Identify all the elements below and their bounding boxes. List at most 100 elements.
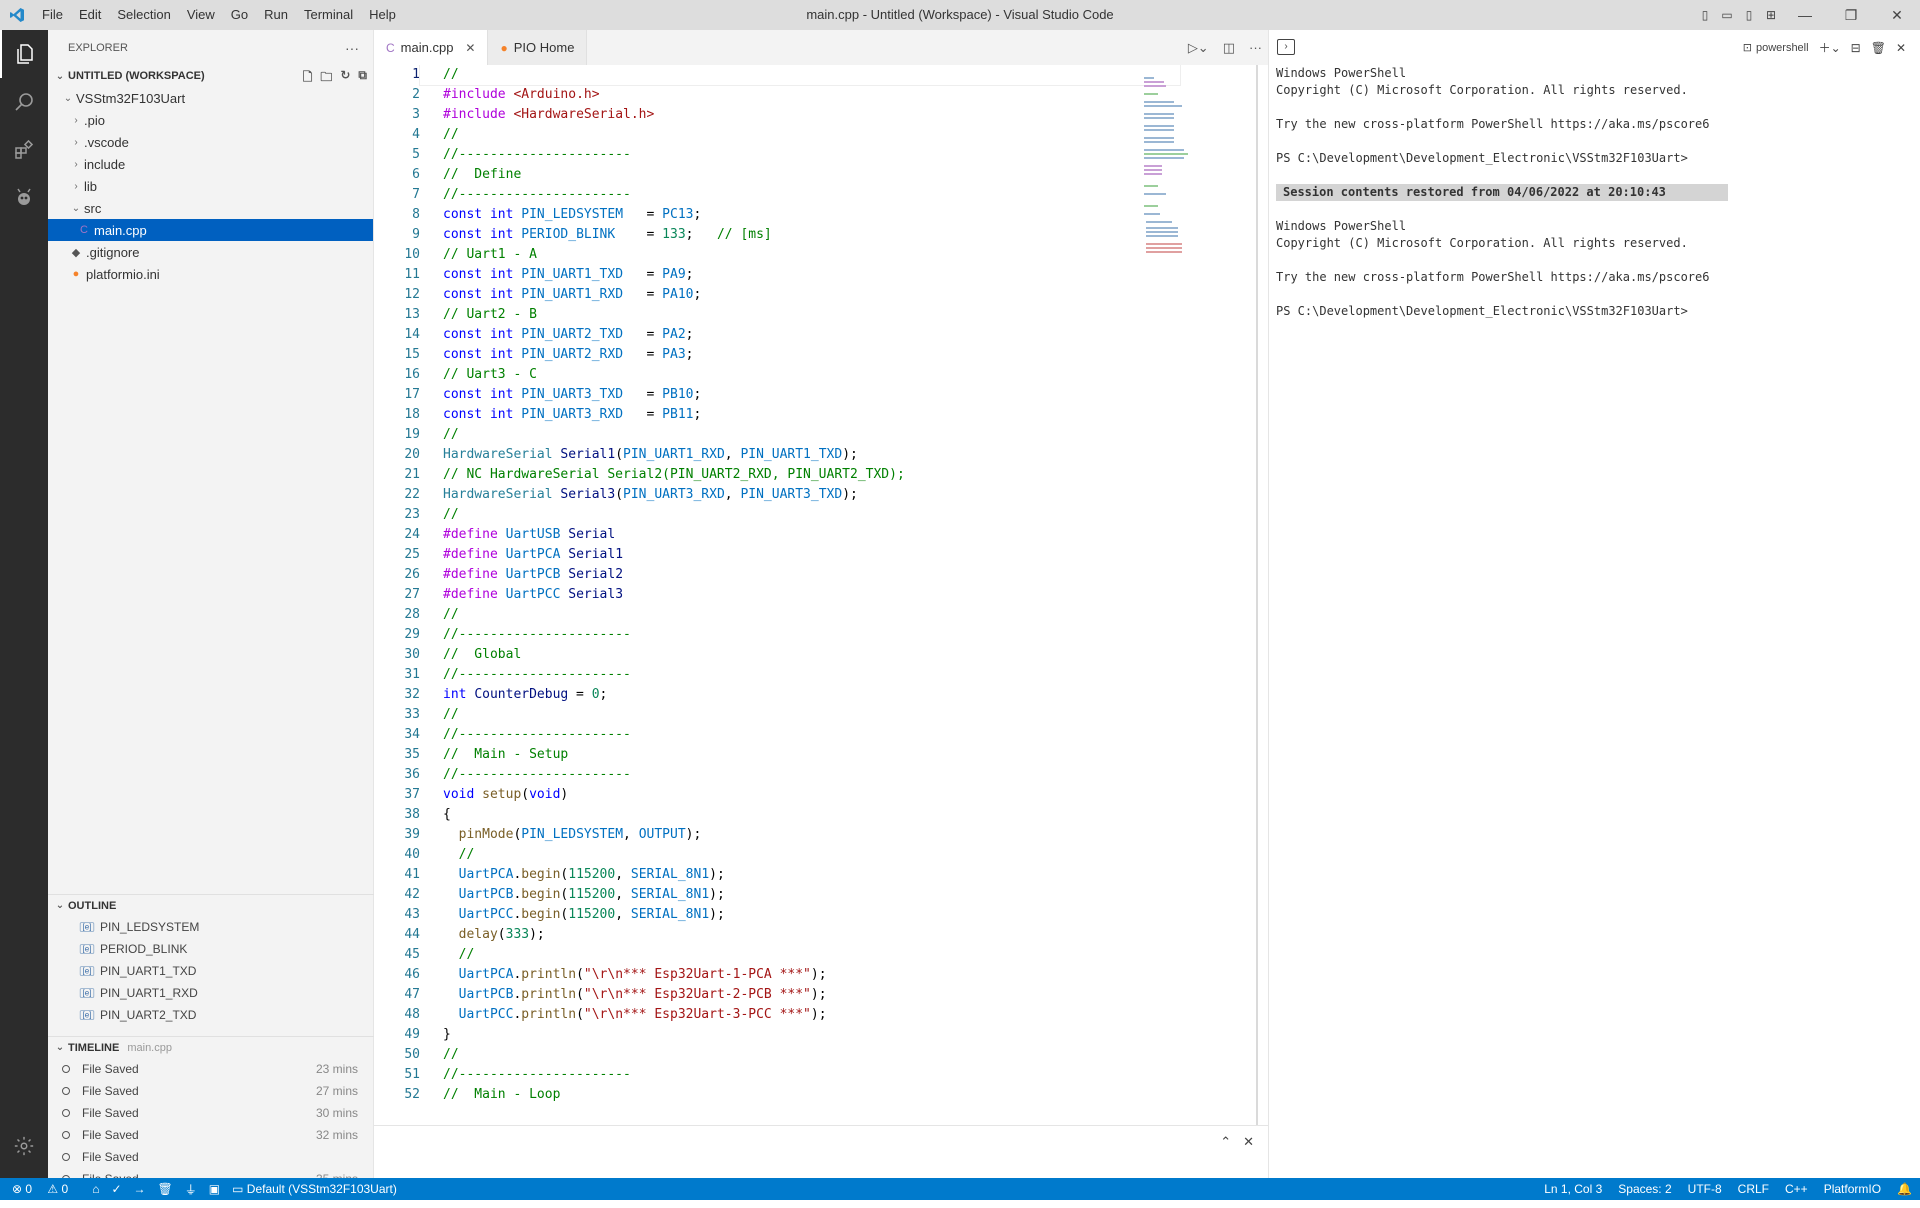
menu-go[interactable]: Go (223, 0, 256, 30)
line-content: const int PIN_UART2_RXD = PA3; (420, 345, 693, 365)
problems-indicator[interactable]: ⊗ 0 ⚠ 0 (12, 1182, 80, 1196)
tree-item[interactable]: Cmain.cpp (48, 219, 373, 241)
code-token: , (615, 907, 631, 922)
timeline-item[interactable]: File Saved35 mins (48, 1168, 374, 1178)
tree-item[interactable]: ● platformio.ini (48, 263, 373, 285)
outline-item[interactable]: [e] PIN_UART1_RXD (48, 982, 374, 1004)
line-number: 46 (404, 967, 420, 982)
more-actions-icon[interactable]: ··· (345, 40, 359, 56)
line-content: // (419, 65, 1181, 86)
pio-upload-icon[interactable]: → (134, 1182, 146, 1196)
split-editor-icon[interactable]: ◫ (1223, 40, 1235, 56)
collapse-all-icon[interactable]: ⧉ (358, 68, 367, 89)
settings-gear-icon[interactable] (0, 1122, 48, 1170)
close-icon[interactable]: ✕ (1896, 41, 1906, 55)
language-mode[interactable]: C++ (1785, 1182, 1808, 1196)
outline-item[interactable]: [e] PIN_UART2_TXD (48, 1004, 374, 1026)
trash-icon[interactable]: 🗑 (1871, 41, 1886, 55)
indentation[interactable]: Spaces: 2 (1618, 1182, 1671, 1196)
terminal-line: Copyright (C) Microsoft Corporation. All… (1276, 236, 1688, 250)
code-token: ( (497, 927, 506, 942)
code-token: PIN_UART1_RXD (521, 287, 624, 302)
menu-terminal[interactable]: Terminal (296, 0, 361, 30)
tree-item[interactable]: ◆ .gitignore (48, 241, 373, 263)
workspace-section-header[interactable]: ⌄ UNTITLED (WORKSPACE) 🗋 🗀 ↻ ⧉ (48, 65, 373, 87)
outline-header[interactable]: ⌄ OUTLINE (48, 894, 374, 916)
run-debug-icon[interactable]: ▷⌄ (1188, 40, 1209, 56)
menu-edit[interactable]: Edit (71, 0, 109, 30)
timeline-item[interactable]: File Saved 32 mins (48, 1124, 374, 1146)
menu-view[interactable]: View (179, 0, 223, 30)
outline-item[interactable]: [e] PIN_LEDSYSTEM (48, 916, 374, 938)
toggle-panel-icon[interactable]: ▭ (1716, 0, 1738, 30)
close-icon[interactable]: ✕ (465, 41, 475, 55)
timeline-header[interactable]: ⌄ TIMELINE main.cpp (48, 1036, 374, 1058)
customize-layout-icon[interactable]: ⊞ (1760, 0, 1782, 30)
minimap[interactable] (1144, 75, 1196, 255)
explorer-icon[interactable] (0, 30, 48, 78)
code-token: pinMode (458, 827, 514, 842)
terminal-output[interactable]: Windows PowerShell Copyright (C) Microsof… (1269, 65, 1920, 320)
outline-item[interactable]: [e]PIN_UART2_RXD (48, 1026, 374, 1032)
line-endings[interactable]: CRLF (1738, 1182, 1769, 1196)
outline-item[interactable]: [e] PERIOD_BLINK (48, 938, 374, 960)
new-folder-icon[interactable]: 🗀 (320, 68, 332, 89)
timeline-item[interactable]: File Saved 27 mins (48, 1080, 374, 1102)
split-terminal-icon[interactable]: ⊟ (1851, 41, 1861, 55)
menu-selection[interactable]: Selection (109, 0, 178, 30)
tab-pio-home[interactable]: ● PIO Home (488, 30, 588, 65)
menu-help[interactable]: Help (361, 0, 404, 30)
close-panel-icon[interactable]: ✕ (1243, 1134, 1254, 1150)
code-editor[interactable]: 1//2 #include <Arduino.h> 3 #include <Hardw… (374, 65, 1268, 1125)
code-token: PA10 (662, 287, 694, 302)
terminal-profile[interactable]: ⊡ powershell (1743, 41, 1809, 55)
code-token: = (623, 327, 663, 342)
tree-item[interactable]: › lib (48, 175, 373, 197)
timeline-item[interactable]: File Saved (48, 1146, 374, 1168)
tree-item[interactable]: › .pio (48, 109, 373, 131)
restore-button[interactable]: ❐ (1828, 0, 1874, 30)
menu-run[interactable]: Run (256, 0, 296, 30)
tree-item[interactable]: › include (48, 153, 373, 175)
platformio-icon[interactable] (0, 174, 48, 222)
tree-item-project[interactable]: ⌄ VSStm32F103Uart (48, 87, 373, 109)
code-token: void (443, 787, 483, 802)
close-window-button[interactable]: ✕ (1874, 0, 1920, 30)
code-token: = (623, 267, 663, 282)
new-file-icon[interactable]: 🗋 (303, 68, 313, 89)
search-icon[interactable] (0, 78, 48, 126)
pio-environment[interactable]: ▭ Default (VSStm32F103Uart) (232, 1182, 409, 1196)
pio-home-icon[interactable]: ⌂ (92, 1182, 99, 1196)
editor-scrollbar[interactable] (1256, 65, 1258, 1125)
timeline-item[interactable]: File Saved 23 mins (48, 1058, 374, 1080)
toggle-secondary-sidebar-icon[interactable]: ▯ (1738, 0, 1760, 30)
tree-item[interactable]: › .vscode (48, 131, 373, 153)
code-token: PIN_UART1_TXD (521, 267, 624, 282)
terminal-icon[interactable]: › (1277, 39, 1295, 55)
pio-build-icon[interactable]: ✓ (111, 1182, 121, 1196)
cursor-position[interactable]: Ln 1, Col 3 (1544, 1182, 1602, 1196)
notifications-bell-icon[interactable]: 🔔 (1897, 1182, 1912, 1196)
platformio-status[interactable]: PlatformIO (1824, 1182, 1881, 1196)
toggle-primary-sidebar-icon[interactable]: ▯ (1694, 0, 1716, 30)
encoding[interactable]: UTF-8 (1688, 1182, 1722, 1196)
menu-file[interactable]: File (34, 0, 71, 30)
more-actions-icon[interactable]: ··· (1249, 40, 1262, 55)
line-content: // Main - Setup (420, 745, 568, 765)
pio-clean-icon[interactable]: 🗑 (158, 1182, 173, 1196)
pio-terminal-icon[interactable]: ▣ (209, 1182, 220, 1196)
tab-main-cpp[interactable]: C main.cpp ✕ (374, 30, 489, 65)
maximize-panel-icon[interactable]: ⌃ (1220, 1134, 1231, 1150)
refresh-icon[interactable]: ↻ (340, 68, 350, 89)
minimize-button[interactable]: — (1782, 0, 1828, 30)
pio-serial-monitor-icon[interactable]: ⏚ (185, 1181, 197, 1198)
extensions-icon[interactable] (0, 126, 48, 174)
timeline-item[interactable]: File Saved 30 mins (48, 1102, 374, 1124)
outline-item[interactable]: [e] PIN_UART1_TXD (48, 960, 374, 982)
tree-item[interactable]: ⌄ src (48, 197, 373, 219)
code-token: SERIAL_8N1 (630, 887, 710, 902)
chevron-down-icon: ⌄ (55, 70, 65, 82)
code-token: //---------------------- (443, 627, 631, 642)
code-line: 5 //---------------------- (374, 145, 1268, 165)
new-terminal-icon[interactable]: ＋⌄ (1819, 39, 1841, 56)
